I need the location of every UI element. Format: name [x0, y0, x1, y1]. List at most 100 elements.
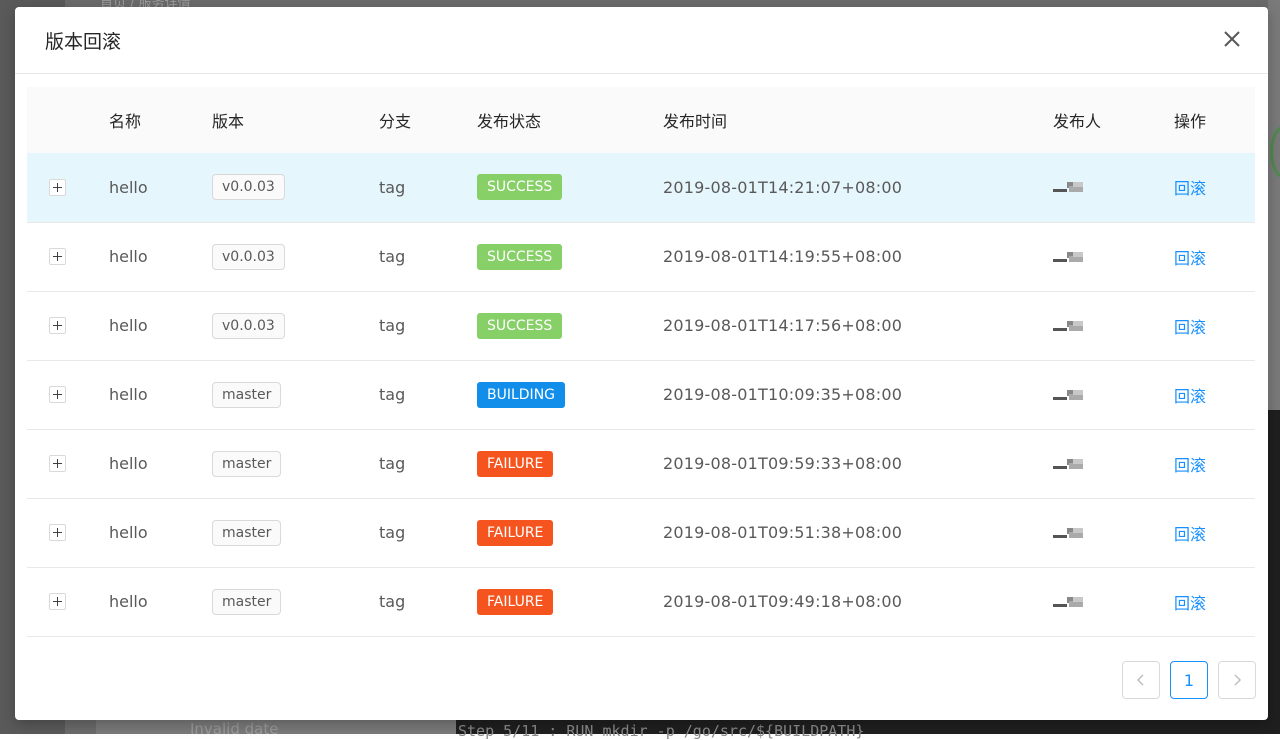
status-badge: SUCCESS [477, 312, 563, 339]
expand-cell [27, 498, 109, 567]
publish-time: 2019-08-01T09:49:18+08:00 [663, 592, 903, 611]
status-cell: FAILURE [477, 567, 663, 636]
publisher-cell [1053, 153, 1174, 222]
branch-name: tag [379, 385, 406, 404]
page-1-button[interactable]: 1 [1170, 661, 1208, 699]
branch-cell: tag [379, 429, 477, 498]
branch-cell: tag [379, 567, 477, 636]
service-name: hello [109, 316, 148, 335]
action-cell: 回滚 [1174, 498, 1255, 567]
publisher-avatar [1053, 386, 1085, 404]
rollback-link[interactable]: 回滚 [1174, 318, 1206, 337]
service-name: hello [109, 592, 148, 611]
rollback-link[interactable]: 回滚 [1174, 387, 1206, 406]
name-cell: hello [109, 567, 212, 636]
version-cell: master [212, 567, 379, 636]
publisher-cell [1053, 360, 1174, 429]
expand-cell [27, 291, 109, 360]
branch-name: tag [379, 454, 406, 473]
version-tag: master [212, 381, 282, 408]
rollback-link[interactable]: 回滚 [1174, 525, 1206, 544]
rollback-link[interactable]: 回滚 [1174, 179, 1206, 198]
version-tag: master [212, 450, 282, 477]
version-cell: v0.0.03 [212, 222, 379, 291]
publisher-avatar [1053, 593, 1085, 611]
column-header-status: 发布状态 [477, 112, 542, 131]
action-cell: 回滚 [1174, 360, 1255, 429]
table-header-row: 名称 版本 分支 发布状态 发布时间 发布人 操作 [27, 87, 1255, 153]
expand-row-button[interactable] [49, 386, 66, 403]
publisher-cell [1053, 429, 1174, 498]
publish-time: 2019-08-01T14:21:07+08:00 [663, 177, 903, 197]
prev-page-button[interactable] [1122, 661, 1160, 699]
service-name: hello [109, 177, 148, 197]
expand-cell [27, 429, 109, 498]
status-cell: FAILURE [477, 429, 663, 498]
status-badge: SUCCESS [477, 174, 563, 201]
time-cell: 2019-08-01T14:17:56+08:00 [663, 291, 1053, 360]
time-cell: 2019-08-01T09:49:18+08:00 [663, 567, 1053, 636]
table-row: hello v0.0.03 tag SUCCESS 2019-08-01T14:… [27, 291, 1255, 360]
action-cell: 回滚 [1174, 222, 1255, 291]
close-button[interactable] [1218, 25, 1246, 53]
service-name: hello [109, 523, 148, 542]
expand-row-button[interactable] [49, 593, 66, 610]
name-cell: hello [109, 222, 212, 291]
branch-cell: tag [379, 222, 477, 291]
action-cell: 回滚 [1174, 291, 1255, 360]
service-name: hello [109, 385, 148, 404]
status-badge: SUCCESS [477, 243, 563, 270]
rollback-link[interactable]: 回滚 [1174, 456, 1206, 475]
expand-row-button[interactable] [49, 248, 66, 265]
status-cell: BUILDING [477, 360, 663, 429]
next-page-button[interactable] [1218, 661, 1256, 699]
expand-cell [27, 360, 109, 429]
publisher-cell [1053, 567, 1174, 636]
time-cell: 2019-08-01T09:59:33+08:00 [663, 429, 1053, 498]
expand-row-button[interactable] [49, 178, 66, 196]
expand-row-button[interactable] [49, 524, 66, 541]
action-cell: 回滚 [1174, 153, 1255, 222]
status-badge: FAILURE [477, 519, 554, 546]
status-badge: FAILURE [477, 450, 554, 477]
service-name: hello [109, 247, 148, 266]
status-cell: FAILURE [477, 498, 663, 567]
service-name: hello [109, 454, 148, 473]
close-icon [1224, 31, 1240, 47]
chevron-right-icon [1234, 674, 1242, 686]
version-tag: v0.0.03 [212, 174, 285, 201]
version-tag: master [212, 519, 282, 546]
expand-row-button[interactable] [49, 455, 66, 472]
column-header-branch: 分支 [379, 112, 412, 131]
column-header-action: 操作 [1174, 112, 1207, 131]
publisher-avatar [1053, 317, 1085, 335]
table-row: hello master tag FAILURE 2019-08-01T09:5… [27, 429, 1255, 498]
publisher-cell [1053, 222, 1174, 291]
publisher-avatar [1053, 455, 1085, 473]
expand-row-button[interactable] [49, 317, 66, 334]
modal-title: 版本回滚 [45, 31, 122, 53]
action-cell: 回滚 [1174, 429, 1255, 498]
expand-cell [27, 153, 109, 222]
chevron-left-icon [1136, 674, 1144, 686]
publish-time: 2019-08-01T10:09:35+08:00 [663, 385, 903, 404]
version-cell: master [212, 360, 379, 429]
column-header-expand [27, 87, 109, 153]
status-cell: SUCCESS [477, 291, 663, 360]
branch-cell: tag [379, 153, 477, 222]
publisher-avatar [1053, 248, 1085, 266]
time-cell: 2019-08-01T10:09:35+08:00 [663, 360, 1053, 429]
status-cell: SUCCESS [477, 153, 663, 222]
branch-name: tag [379, 177, 406, 197]
rollback-link[interactable]: 回滚 [1174, 594, 1206, 613]
rollback-link[interactable]: 回滚 [1174, 249, 1206, 268]
branch-name: tag [379, 247, 406, 266]
table-row: hello master tag FAILURE 2019-08-01T09:5… [27, 498, 1255, 567]
column-header-time: 发布时间 [663, 112, 728, 131]
background-right-panel [1268, 0, 1280, 410]
rollback-table: 名称 版本 分支 发布状态 发布时间 发布人 操作 hello v0.0.03 … [27, 87, 1255, 637]
branch-name: tag [379, 523, 406, 542]
branch-cell: tag [379, 291, 477, 360]
publish-time: 2019-08-01T09:59:33+08:00 [663, 454, 903, 473]
status-badge: FAILURE [477, 588, 554, 615]
